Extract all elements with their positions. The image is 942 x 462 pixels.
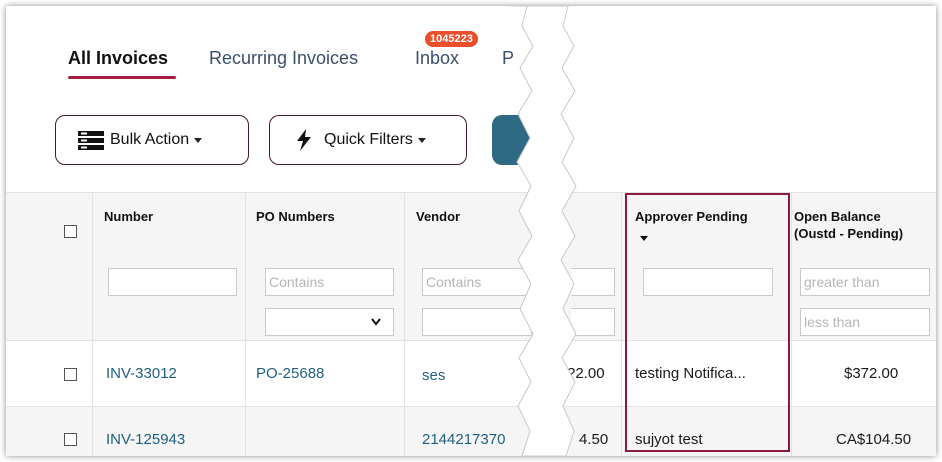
app-window: All Invoices Recurring Invoices Inbox 10…	[6, 6, 936, 456]
torn-edge-divider	[511, 6, 577, 456]
